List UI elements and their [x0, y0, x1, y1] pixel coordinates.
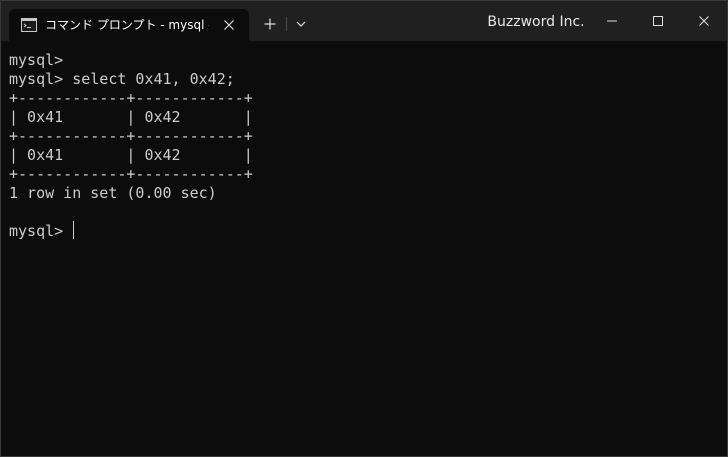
close-window-icon[interactable] [681, 1, 727, 41]
terminal-line: 1 row in set (0.00 sec) [9, 184, 217, 202]
terminal-window: コマンド プロンプト - mysql -u root Buzzword Inc. [0, 0, 728, 457]
terminal-line: +------------+------------+ [9, 165, 253, 183]
terminal-line: +------------+------------+ [9, 127, 253, 145]
text-cursor [73, 221, 74, 239]
title-bar: コマンド プロンプト - mysql -u root Buzzword Inc. [1, 1, 727, 41]
terminal-line: +------------+------------+ [9, 89, 253, 107]
maximize-icon[interactable] [635, 1, 681, 41]
terminal-line: | 0x41 | 0x42 | [9, 146, 253, 164]
terminal-line: | 0x41 | 0x42 | [9, 108, 253, 126]
terminal-output[interactable]: mysql> mysql> select 0x41, 0x42; +------… [9, 49, 721, 449]
tab-divider [286, 17, 287, 31]
tab-title: コマンド プロンプト - mysql -u root [45, 18, 209, 32]
cmd-icon [21, 17, 37, 32]
tab-command-prompt[interactable]: コマンド プロンプト - mysql -u root [9, 9, 249, 41]
plus-icon[interactable] [259, 13, 281, 35]
minimize-icon[interactable] [589, 1, 635, 41]
chevron-down-icon[interactable] [291, 13, 311, 35]
terminal-line: mysql> [9, 51, 64, 69]
terminal-line: mysql> select 0x41, 0x42; [9, 70, 235, 88]
brand-label: Buzzword Inc. [487, 14, 585, 30]
terminal-prompt-line: mysql> [9, 222, 64, 240]
close-icon[interactable] [219, 15, 239, 35]
